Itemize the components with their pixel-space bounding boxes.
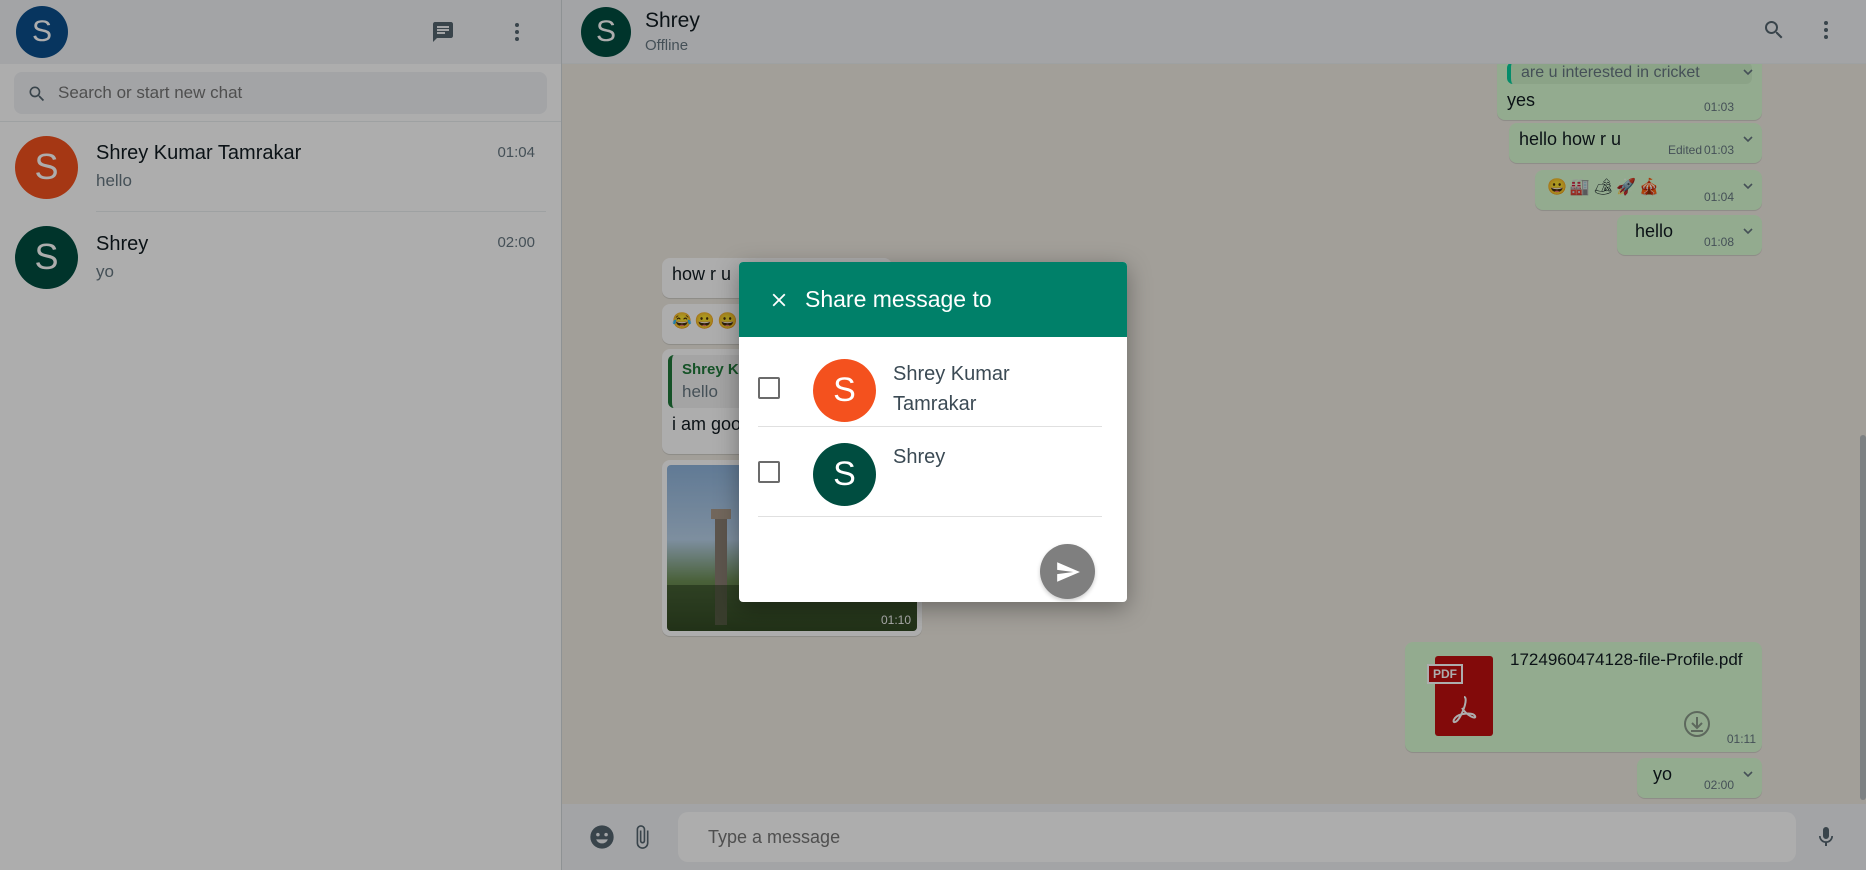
contact-checkbox[interactable] bbox=[758, 461, 780, 483]
contact-name: Shrey Kumar Tamrakar bbox=[893, 363, 1010, 415]
share-dialog-title: Share message to bbox=[805, 286, 992, 312]
avatar: S bbox=[813, 443, 876, 506]
send-button[interactable] bbox=[1040, 544, 1095, 599]
share-contact-row[interactable]: S Shrey Kumar Tamrakar bbox=[758, 337, 1102, 427]
share-dialog: Share message to S Shrey Kumar Tamrakar … bbox=[739, 262, 1127, 602]
contact-name: Shrey bbox=[893, 446, 946, 468]
close-icon bbox=[772, 293, 786, 306]
share-contact-row[interactable]: S Shrey bbox=[758, 427, 1102, 517]
avatar: S bbox=[813, 359, 876, 422]
share-dialog-header: Share message to bbox=[739, 262, 1127, 337]
contact-checkbox[interactable] bbox=[758, 377, 780, 399]
close-button[interactable] bbox=[765, 286, 793, 314]
send-icon bbox=[1056, 561, 1080, 582]
